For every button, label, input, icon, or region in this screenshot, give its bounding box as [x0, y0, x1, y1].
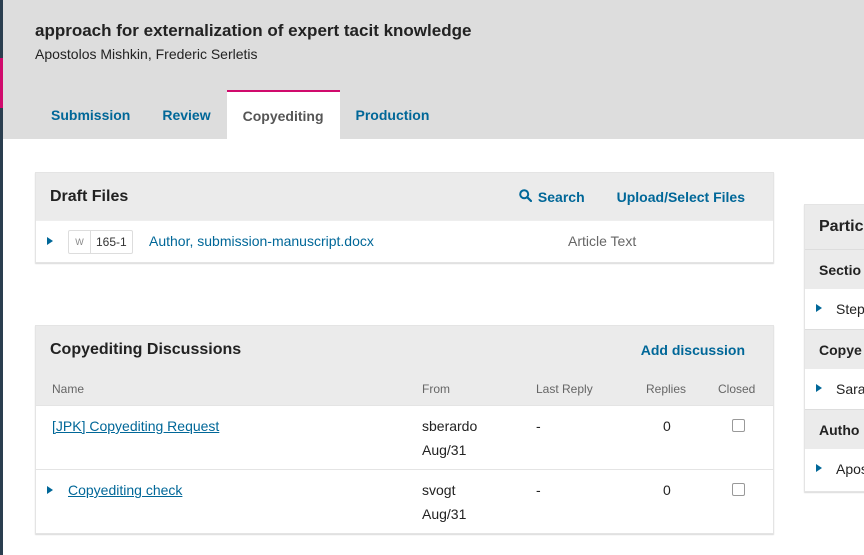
file-name-link[interactable]: Author, submission-manuscript.docx: [149, 233, 374, 249]
column-closed: Closed: [718, 382, 756, 396]
upload-select-files-button[interactable]: Upload/Select Files: [617, 189, 745, 205]
search-label: Search: [537, 188, 585, 205]
submission-authors: Apostolos Mishkin, Frederic Serletis: [35, 46, 258, 62]
discussions-table-header: Name From Last Reply Replies Closed: [36, 373, 773, 405]
search-icon: [519, 188, 533, 205]
discussions-title: Copyediting Discussions: [50, 340, 242, 358]
discussion-from-user: sberardo: [422, 418, 478, 434]
participant-name: Sara: [836, 381, 864, 397]
file-row: W 165-1 Author, submission-manuscript.do…: [36, 220, 773, 262]
column-from: From: [422, 382, 450, 396]
file-id: 165-1: [96, 235, 127, 249]
discussions-header: Copyediting Discussions Add discussion: [36, 326, 773, 373]
expand-file-icon[interactable]: [47, 237, 53, 245]
workflow-tabs: Submission Review Copyediting Production: [35, 90, 445, 139]
main-content: Draft Files Search Upload/Select Files W…: [3, 139, 864, 555]
expand-discussion-icon[interactable]: [47, 486, 53, 494]
file-genre: Article Text: [568, 233, 637, 249]
participant-name: Apos: [836, 461, 864, 477]
tab-review[interactable]: Review: [146, 90, 226, 139]
tab-production[interactable]: Production: [340, 90, 446, 139]
submission-title: approach for externalization of expert t…: [35, 21, 472, 40]
copyediting-discussions-panel: Copyediting Discussions Add discussion N…: [35, 325, 774, 534]
participants-panel: Partic Sectio Step Copye Sara Autho Apos: [804, 204, 864, 492]
draft-files-title: Draft Files: [50, 187, 129, 205]
discussion-last-reply: -: [536, 418, 541, 434]
discussion-row: Copyediting check svogt Aug/31 - 0: [36, 469, 773, 533]
participants-title: Partic: [805, 205, 864, 249]
discussion-last-reply: -: [536, 482, 541, 498]
workflow-header: approach for externalization of expert t…: [3, 0, 864, 139]
word-document-icon: W: [69, 231, 91, 253]
discussion-replies: 0: [663, 418, 671, 434]
participant-item[interactable]: Step: [805, 289, 864, 329]
draft-files-panel: Draft Files Search Upload/Select Files W…: [35, 172, 774, 263]
closed-checkbox[interactable]: [732, 419, 745, 432]
column-last-reply: Last Reply: [536, 382, 593, 396]
participant-item[interactable]: Apos: [805, 449, 864, 489]
tab-copyediting[interactable]: Copyediting: [226, 90, 340, 139]
tab-submission[interactable]: Submission: [35, 90, 146, 139]
participant-section-label: Autho: [805, 409, 864, 449]
column-replies: Replies: [646, 382, 687, 396]
participant-section-label: Sectio: [805, 249, 864, 289]
expand-participant-icon[interactable]: [816, 384, 822, 392]
expand-participant-icon[interactable]: [816, 304, 822, 312]
participant-item[interactable]: Sara: [805, 369, 864, 409]
discussion-link[interactable]: [JPK] Copyediting Request: [52, 418, 219, 434]
discussion-from-date: Aug/31: [422, 506, 467, 522]
discussion-from-user: svogt: [422, 482, 456, 498]
closed-checkbox[interactable]: [732, 483, 745, 496]
discussion-from-date: Aug/31: [422, 442, 467, 458]
add-discussion-button[interactable]: Add discussion: [641, 342, 745, 358]
discussion-link[interactable]: Copyediting check: [68, 482, 182, 498]
draft-files-header: Draft Files Search Upload/Select Files: [36, 173, 773, 220]
discussion-row: [JPK] Copyediting Request sberardo Aug/3…: [36, 405, 773, 469]
discussions-actions: Add discussion: [641, 326, 745, 373]
discussion-replies: 0: [663, 482, 671, 498]
column-name: Name: [52, 382, 85, 396]
expand-participant-icon[interactable]: [816, 464, 822, 472]
participant-section-label: Copye: [805, 329, 864, 369]
draft-files-actions: Search Upload/Select Files: [519, 173, 745, 220]
file-badge: W 165-1: [68, 230, 133, 254]
search-button[interactable]: Search: [519, 189, 585, 205]
participant-name: Step: [836, 301, 864, 317]
